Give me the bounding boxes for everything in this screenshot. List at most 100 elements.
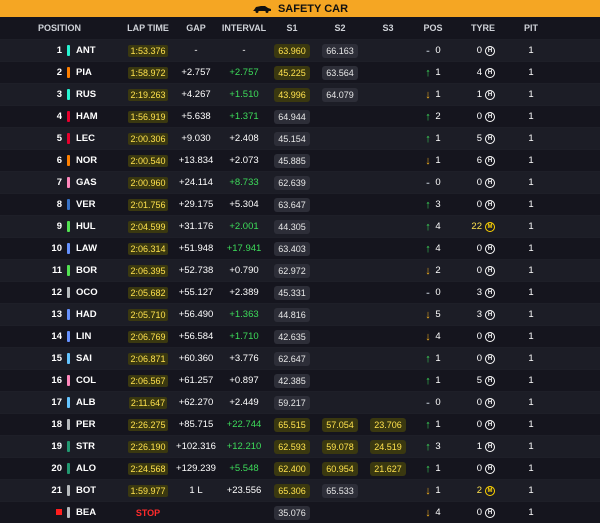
driver-row[interactable]: 8 VER 2:01.756 +29.175 +5.304 63.647 ↑ 3 0 H 1 [0, 193, 600, 215]
sector-2: 66.163 [320, 40, 360, 61]
position-number: 4 [56, 111, 62, 122]
driver-row[interactable]: 13 HAD 2:05.710 +56.490 +1.363 44.816 ↓ 5 3 H 1 [0, 303, 600, 325]
driver-row[interactable]: 14 LIN 2:06.769 +56.584 +1.710 42.635 ↓ 4 0 H 1 [0, 325, 600, 347]
driver-code: LAW [76, 243, 98, 254]
position-number: 2 [56, 67, 62, 78]
tyre-compound: H [484, 260, 496, 281]
pit-count: 1 [528, 133, 534, 144]
sector-3 [368, 502, 408, 523]
position-change: 2 [435, 265, 441, 276]
driver-row[interactable]: 15 SAI 2:06.871 +60.360 +3.776 62.647 ↑ 1 0 H 1 [0, 347, 600, 369]
pit-count: 1 [528, 111, 534, 122]
pit-count: 1 [528, 485, 534, 496]
lap-time: 1:56.919 [128, 106, 168, 127]
driver-row[interactable]: 17 ALB 2:11.647 +62.270 +2.449 59.217-0 0 H 1 [0, 391, 600, 413]
driver-row[interactable]: 11 BOR 2:06.395 +52.738 +0.790 62.972 ↓ 2 0 H 1 [0, 259, 600, 281]
sector-s1-value: 62.639 [274, 175, 310, 190]
lap-time: 2:01.756 [128, 194, 168, 215]
driver-row[interactable]: 20 ALO 2:24.568 +129.239 +5.548 62.400 60.954 2… [0, 457, 600, 479]
lap-time-value: 2:04.599 [128, 220, 168, 233]
driver-row[interactable]: 7 GAS 2:00.960 +24.114 +8.733 62.639-0 0 H 1 [0, 171, 600, 193]
tyre-compound: H [484, 392, 496, 413]
lap-time: 1:58.972 [128, 62, 168, 83]
interval-value: +5.304 [229, 199, 259, 210]
driver-code: HAM [76, 111, 98, 122]
tyre-compound: H [484, 62, 496, 83]
hard-tyre-icon: H [485, 243, 495, 254]
header-s2: S2 [334, 23, 346, 33]
team-color-bar [67, 89, 70, 100]
driver-row[interactable]: 2 PIA 1:58.972 +2.757 +2.757 45.225 63.564 ↑ 1 4 H… [0, 61, 600, 83]
hard-tyre-icon: H [485, 309, 495, 320]
lap-time: 2:26.275 [128, 414, 168, 435]
driver-row[interactable]: 19 STR 2:26.190 +102.316 +12.210 62.593 59.078… [0, 435, 600, 457]
pit-count: 1 [528, 67, 534, 78]
safety-car-banner: SAFETY CAR [0, 0, 600, 17]
pit-count: 1 [528, 243, 534, 254]
position-number: 9 [56, 221, 62, 232]
interval-value: +1.371 [229, 111, 259, 122]
interval-value: +0.897 [229, 375, 259, 386]
interval-value: +22.744 [226, 419, 262, 430]
driver-row[interactable]: 21 BOT 1:59.977 1 L +23.556 65.306 65.533 ↓ 1 2 M 1 [0, 479, 600, 501]
sector-3 [368, 326, 408, 347]
driver-row[interactable]: 6 NOR 2:00.540 +13.834 +2.073 45.885 ↓ 1 6 H 1 [0, 149, 600, 171]
lap-time-value: 1:58.972 [128, 66, 168, 79]
sector-3 [368, 282, 408, 303]
sector-3 [368, 392, 408, 413]
tyre-age: 0 [476, 199, 482, 210]
sector-s2-value: 59.078 [322, 439, 358, 454]
sector-2: 59.078 [320, 436, 360, 457]
position-number: 17 [51, 397, 62, 408]
hard-tyre-icon: H [485, 67, 495, 78]
driver-row[interactable]: 10 LAW 2:06.314 +51.948 +17.941 63.403 ↑ 4 0 H 1 [0, 237, 600, 259]
sector-3 [368, 304, 408, 325]
lap-time-value: 2:05.682 [128, 286, 168, 299]
position-change: 1 [435, 375, 441, 386]
interval-value: +12.210 [226, 441, 262, 452]
pit-count: 1 [528, 155, 534, 166]
hard-tyre-icon: H [485, 155, 495, 166]
hard-tyre-icon: H [485, 89, 495, 100]
tyre-age: 0 [476, 331, 482, 342]
tyre-compound: H [484, 502, 496, 523]
sector-3 [368, 480, 408, 501]
position-number: 12 [51, 287, 62, 298]
lap-time: 2:06.567 [128, 370, 168, 391]
interval-value: +2.449 [229, 397, 259, 408]
gap-value: +4.267 [181, 89, 211, 100]
sector-s1-value: 45.225 [274, 65, 310, 80]
driver-row[interactable]: 4 HAM 1:56.919 +5.638 +1.371 64.944 ↑ 2 0 H 1 [0, 105, 600, 127]
sector-2 [320, 502, 360, 523]
sector-1: 35.076 [272, 502, 312, 523]
position-number: 3 [56, 89, 62, 100]
lap-time: 2:05.682 [128, 282, 168, 303]
sector-s1-value: 63.960 [274, 43, 310, 58]
sector-s1-value: 45.885 [274, 153, 310, 168]
driver-row[interactable]: 9 HUL 2:04.599 +31.176 +2.001 44.305 ↑ 4 22 M 1 [0, 215, 600, 237]
gap-value: +61.257 [178, 375, 214, 386]
sector-s1-value: 43.996 [274, 87, 310, 102]
lap-time-value: 2:24.568 [128, 462, 168, 475]
position-change: 0 [435, 287, 441, 298]
position-change: 4 [435, 507, 441, 518]
sector-1: 63.647 [272, 194, 312, 215]
driver-row[interactable]: BEA STOP 35.076 ↓ 4 0 H 1 [0, 501, 600, 523]
driver-row[interactable]: 5 LEC 2:00.306 +9.030 +2.408 45.154 ↑ 1 5 H 1 [0, 127, 600, 149]
sector-1: 65.515 [272, 414, 312, 435]
driver-row[interactable]: 12 OCO 2:05.682 +55.127 +2.389 45.331-0 3 H 1 [0, 281, 600, 303]
lap-time: 2:04.599 [128, 216, 168, 237]
lap-time: 2:06.395 [128, 260, 168, 281]
driver-row[interactable]: 18 PER 2:26.275 +85.715 +22.744 65.515 57.054 2… [0, 413, 600, 435]
tyre-compound: H [484, 436, 496, 457]
sector-1: 45.225 [272, 62, 312, 83]
driver-code: PIA [76, 67, 92, 78]
driver-row[interactable]: 3 RUS 2:19.263 +4.267 +1.510 43.996 64.079 ↓ 1 1 H… [0, 83, 600, 105]
header-lap-time: LAP TIME [127, 23, 169, 33]
team-color-bar [67, 375, 70, 386]
tyre-age: 1 [476, 441, 482, 452]
driver-row[interactable]: 1 ANT 1:53.376- -63.960 66.163-0 0 H 1 [0, 39, 600, 61]
hard-tyre-icon: H [485, 265, 495, 276]
driver-row[interactable]: 16 COL 2:06.567 +61.257 +0.897 42.385 ↑ 1 5 H 1 [0, 369, 600, 391]
tyre-compound: H [484, 414, 496, 435]
